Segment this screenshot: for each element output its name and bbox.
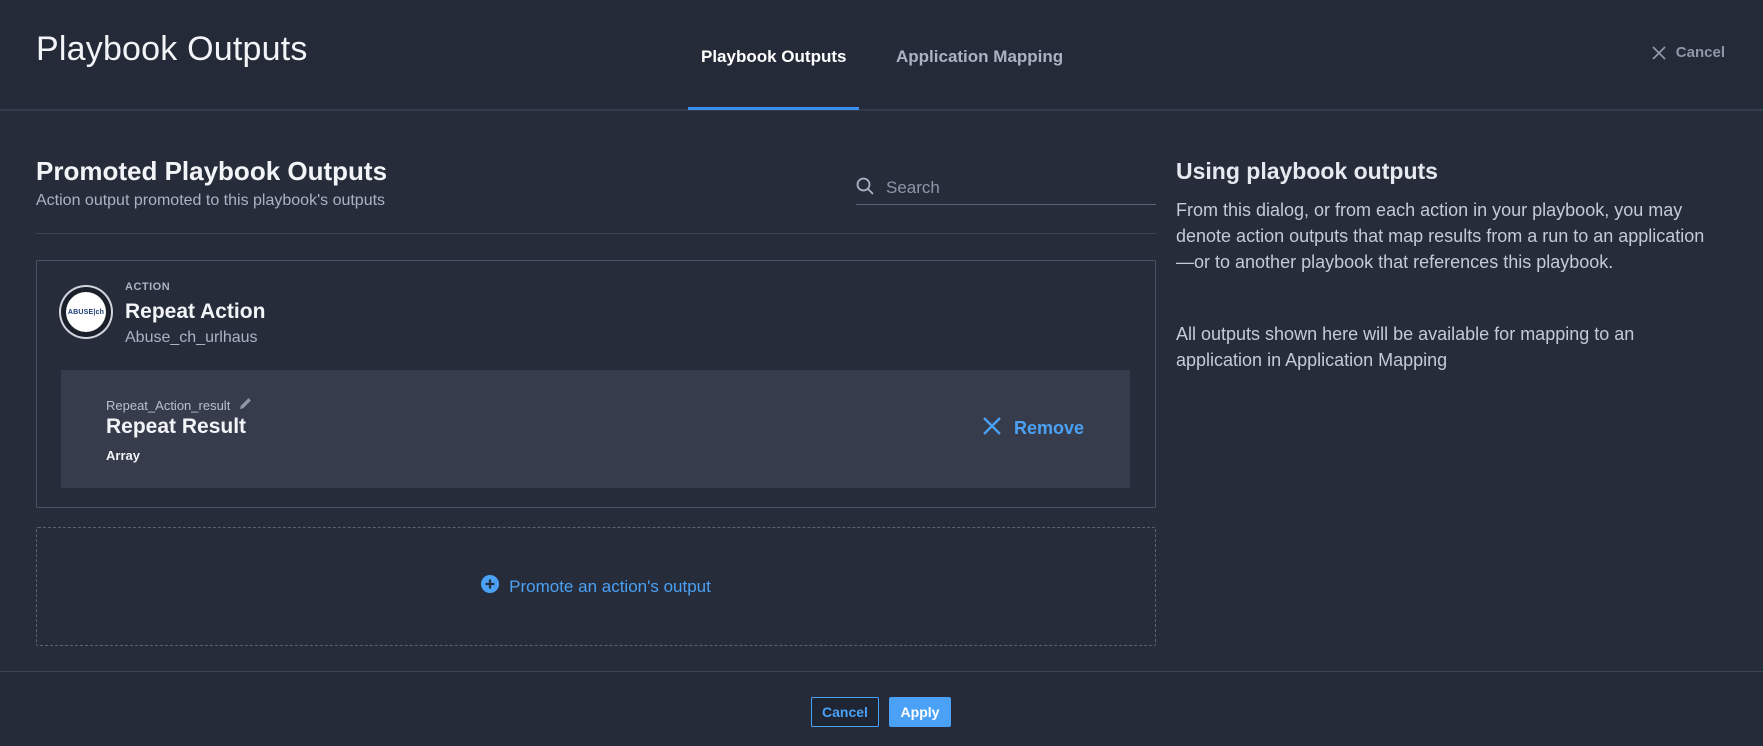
remove-button[interactable]: Remove	[982, 416, 1084, 441]
plus-circle-icon	[481, 575, 500, 598]
section-title: Promoted Playbook Outputs	[36, 156, 388, 186]
output-key: Repeat_Action_result	[106, 396, 253, 414]
header-cancel-label: Cancel	[1675, 44, 1725, 61]
dialog-footer	[0, 671, 1763, 746]
output-row: Repeat_Action_result Repeat Result Array…	[61, 370, 1130, 488]
dialog-header: Playbook Outputs Playbook Outputs Applic…	[0, 0, 1763, 111]
section-subtitle: Action output promoted to this playbook'…	[36, 192, 386, 209]
promote-output-button[interactable]: Promote an action's output	[37, 528, 1155, 645]
search-icon	[856, 177, 874, 200]
promote-output-dropzone: Promote an action's output	[36, 527, 1156, 646]
page-title: Playbook Outputs	[36, 30, 308, 68]
output-type: Array	[106, 448, 140, 463]
apply-button[interactable]: Apply	[889, 697, 951, 727]
remove-label: Remove	[1013, 418, 1084, 438]
output-title: Repeat Result	[106, 415, 247, 438]
header-cancel-button[interactable]: Cancel	[1652, 44, 1725, 61]
search-input[interactable]	[884, 177, 1138, 199]
avatar: ABUSE|ch	[61, 287, 111, 337]
abuse-ch-logo: ABUSE|ch	[66, 292, 106, 332]
help-paragraph-2: All outputs shown here will be available…	[1176, 324, 1635, 370]
close-icon	[982, 416, 1002, 441]
help-paragraph-1: From this dialog, or from each action in…	[1176, 200, 1705, 272]
cancel-button[interactable]: Cancel	[811, 697, 879, 727]
section-divider	[36, 233, 1156, 234]
tab-application-mapping[interactable]: Application Mapping	[896, 47, 1063, 67]
active-tab-indicator	[688, 107, 859, 110]
action-name: Repeat Action	[125, 300, 266, 323]
action-tag: ACTION	[125, 281, 171, 293]
tab-playbook-outputs[interactable]: Playbook Outputs	[701, 47, 846, 67]
close-icon	[1652, 45, 1666, 60]
action-source: Abuse_ch_urlhaus	[125, 329, 258, 346]
output-key-label: Repeat_Action_result	[106, 397, 231, 413]
pencil-icon[interactable]	[238, 396, 253, 414]
action-card: ABUSE|ch ACTION Repeat Action Abuse_ch_u…	[36, 260, 1156, 508]
promote-output-label: Promote an action's output	[509, 576, 711, 596]
search-field[interactable]	[856, 172, 1156, 205]
help-title: Using playbook outputs	[1176, 158, 1438, 184]
